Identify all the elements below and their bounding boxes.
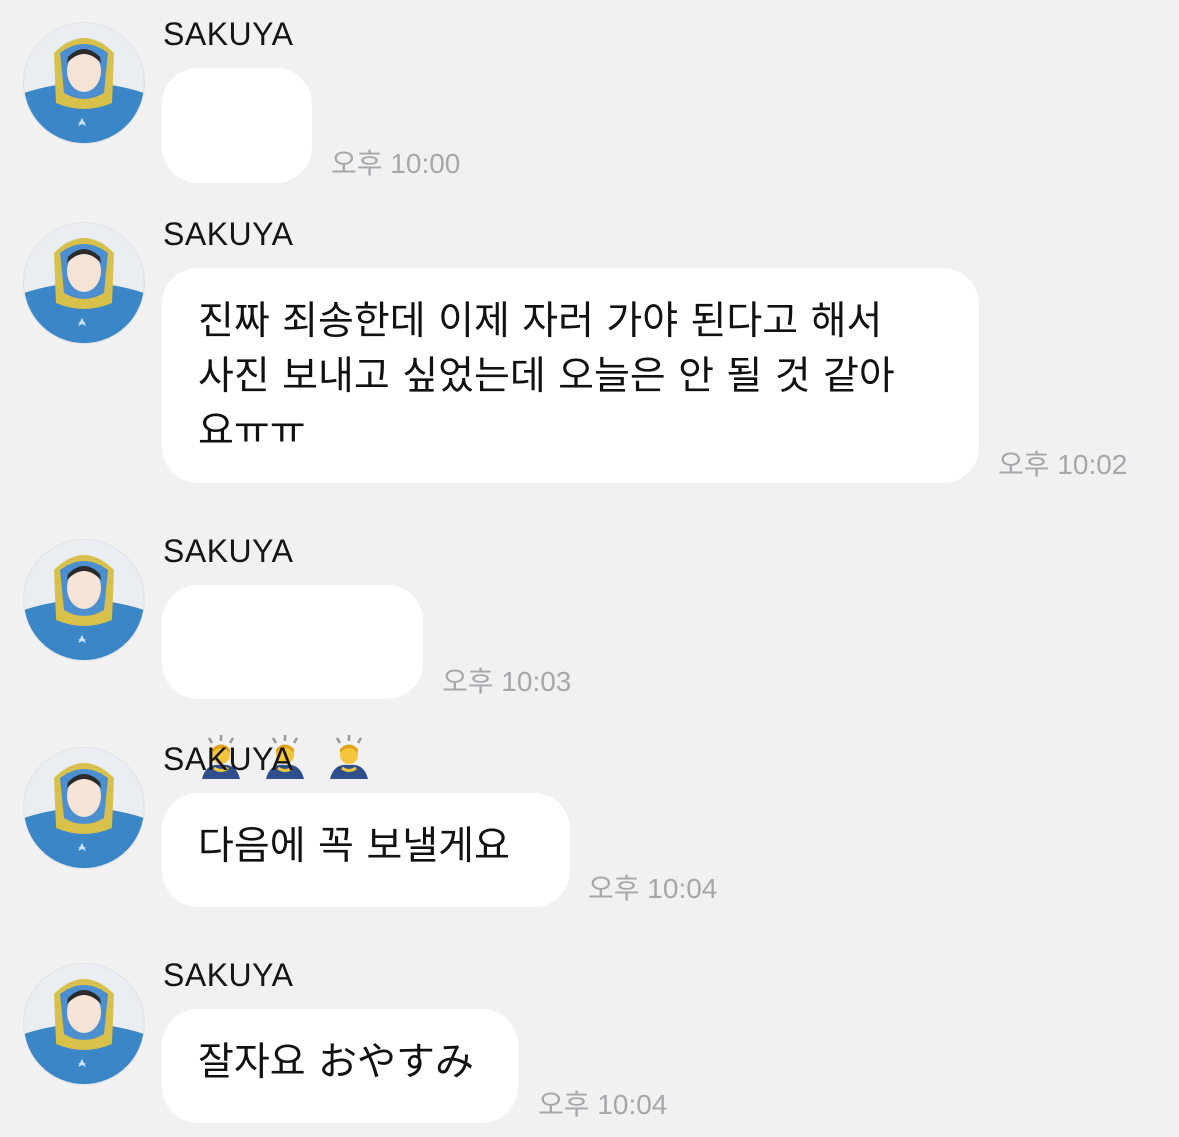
chat-view[interactable]: SAKUYA 오후 10:00 SAKUYA 진짜 죄송한데 이제 자러 가야 … xyxy=(0,0,1179,1137)
message-time: 오후 10:02 xyxy=(998,449,1128,480)
profile-photo xyxy=(24,964,144,1084)
sender-name: SAKUYA xyxy=(163,533,294,569)
message-bubble[interactable]: 잘자요 おやすみ xyxy=(162,1009,518,1123)
sender-name: SAKUYA xyxy=(163,16,294,52)
profile-photo xyxy=(24,540,144,660)
sender-name: SAKUYA xyxy=(163,957,294,993)
sender-name: SAKUYA xyxy=(163,741,294,777)
profile-photo xyxy=(24,223,144,343)
sender-name: SAKUYA xyxy=(163,216,294,252)
message-bubble[interactable] xyxy=(162,585,423,779)
profile-photo xyxy=(24,23,144,143)
avatar[interactable] xyxy=(24,223,144,343)
person-bowing-icon xyxy=(330,735,368,779)
message-time: 오후 10:04 xyxy=(588,873,718,904)
avatar[interactable] xyxy=(24,23,144,143)
avatar[interactable] xyxy=(24,540,144,660)
avatar[interactable] xyxy=(24,964,144,1084)
message-time: 오후 10:04 xyxy=(538,1089,668,1120)
avatar[interactable] xyxy=(24,748,144,868)
message-bubble[interactable]: 진짜 죄송한데 이제 자러 가야 된다고 해서 사진 보내고 싶었는데 오늘은 … xyxy=(162,268,979,483)
message-time: 오후 10:00 xyxy=(331,148,461,179)
message-bubble[interactable] xyxy=(162,68,312,183)
message-time: 오후 10:03 xyxy=(442,666,572,697)
message-bubble[interactable]: 다음에 꼭 보낼게요 xyxy=(162,793,570,907)
profile-photo xyxy=(24,748,144,868)
